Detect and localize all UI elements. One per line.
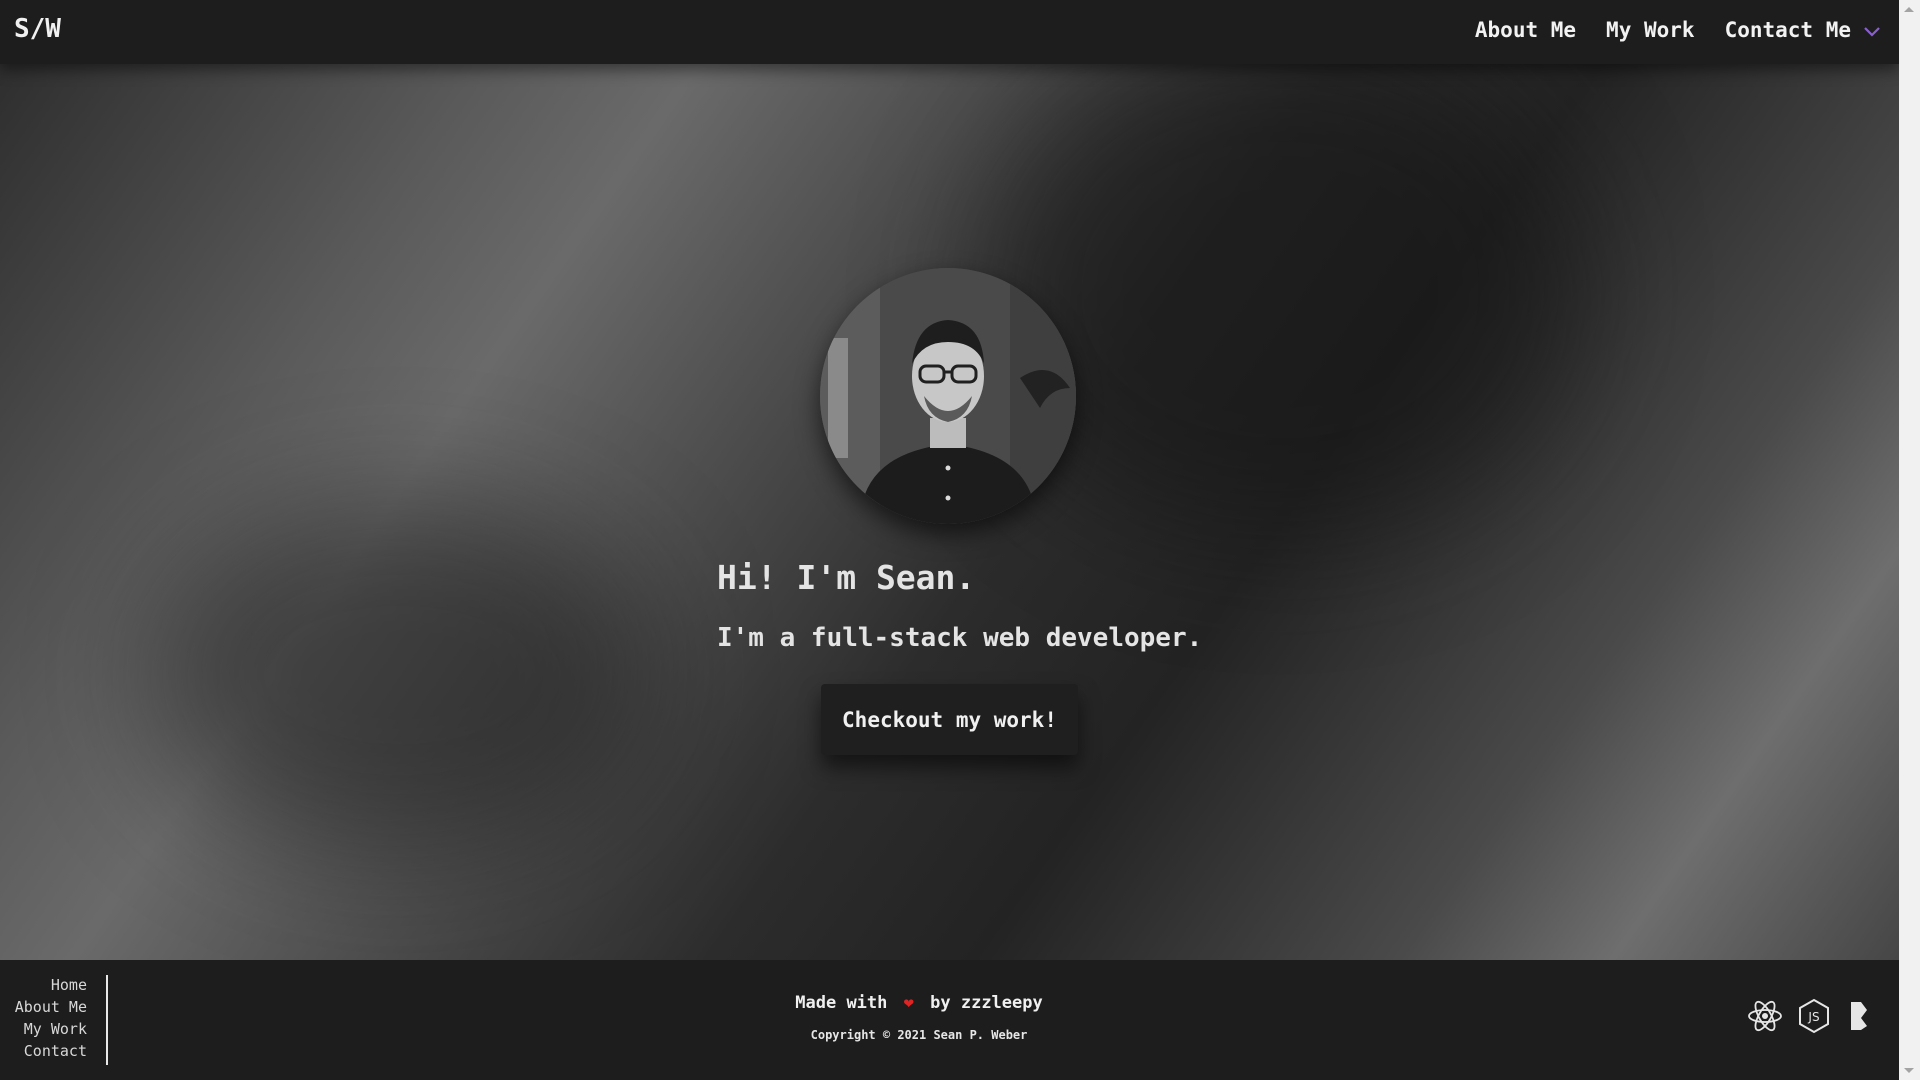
nav-my-work[interactable]: My Work	[1606, 18, 1695, 42]
site-footer: Home About Me My Work Contact Made with …	[0, 960, 1899, 1080]
svg-text:JS: JS	[1807, 1010, 1819, 1024]
site-logo[interactable]: S/W	[14, 14, 61, 44]
vertical-scrollbar[interactable]	[1899, 0, 1920, 1080]
page-background: S/W About Me My Work Contact Me Hi! I'm …	[0, 0, 1899, 1080]
top-navbar: S/W About Me My Work Contact Me	[0, 0, 1899, 64]
bootstrap-icon	[1845, 1000, 1871, 1036]
react-icon	[1747, 999, 1783, 1037]
scroll-up-arrow-icon[interactable]	[1904, 7, 1914, 12]
nav-about-me[interactable]: About Me	[1475, 18, 1576, 42]
footer-link-contact[interactable]: Contact	[0, 1040, 87, 1062]
main-nav: About Me My Work Contact Me	[1445, 18, 1881, 42]
background-shade	[150, 500, 650, 850]
nav-my-work-label: My Work	[1606, 18, 1695, 42]
chevron-down-icon	[1863, 18, 1881, 42]
nav-contact-me-dropdown[interactable]: Contact Me	[1725, 18, 1881, 42]
hero-greeting: Hi! I'm Sean.	[717, 558, 976, 597]
footer-nav: Home About Me My Work Contact	[0, 974, 87, 1062]
nav-contact-me-label: Contact Me	[1724, 18, 1851, 42]
nav-about-me-label: About Me	[1474, 18, 1577, 42]
made-with-suffix: by zzzleepy	[930, 993, 1043, 1013]
made-with-credit: Made with ❤ by zzzleepy	[0, 993, 1838, 1013]
hero-tagline: I'm a full-stack web developer.	[717, 623, 1203, 653]
tech-stack-icons: JS	[1733, 998, 1871, 1038]
footer-divider	[106, 975, 108, 1065]
profile-avatar	[820, 268, 1076, 524]
checkout-work-button[interactable]: Checkout my work!	[821, 684, 1078, 755]
heart-icon: ❤	[903, 993, 914, 1013]
background-shade	[980, 40, 1580, 540]
nodejs-icon: JS	[1797, 998, 1831, 1038]
scroll-down-arrow-icon[interactable]	[1904, 1068, 1914, 1073]
profile-photo-icon	[820, 268, 1076, 524]
made-with-prefix: Made with	[795, 993, 888, 1013]
copyright-text: Copyright © 2021 Sean P. Weber	[810, 1028, 1028, 1042]
